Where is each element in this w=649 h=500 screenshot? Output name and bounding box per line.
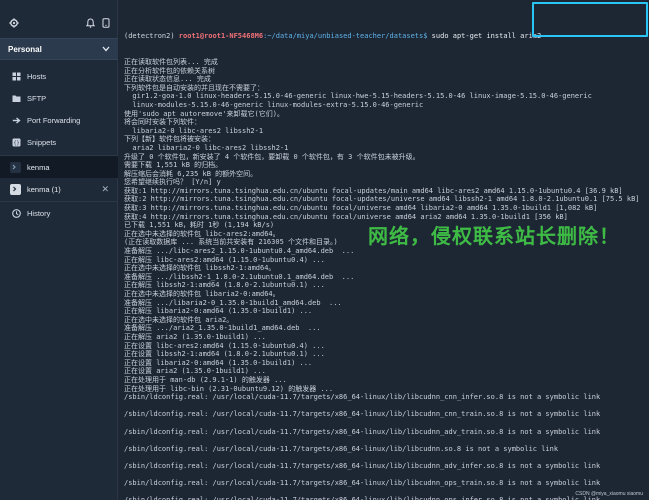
sidebar-item-history[interactable]: History [0, 204, 118, 222]
terminal-line: 正在解压 libaria2-0:amd64 (1.35.0-1build1) .… [124, 307, 313, 316]
sidebar-item-label: Hosts [27, 71, 47, 81]
port-forwarding-icon [12, 116, 21, 124]
terminal-line: gir1.2-goa-1.0 linux-headers-5.15.0-46-g… [124, 92, 592, 101]
history-clock-icon [12, 208, 21, 218]
terminal-line: 准备解压 .../libc-ares2_1.15.0-1ubuntu0.4_am… [124, 247, 355, 256]
terminal-line: 正在读取软件包列表... 完成 [124, 57, 218, 66]
terminal-line: 需要下载 1,551 kB 的归档。 [124, 161, 223, 170]
sidebar-item-label: Port Forwarding [27, 115, 81, 125]
terminal-line: 正在处理用于 man-db (2.9.1-1) 的触发器 ... [124, 375, 287, 384]
vault-selector-label: Personal [8, 44, 42, 54]
terminal-line: 准备解压 .../libaria2-0_1.35.0-1build1_amd64… [124, 298, 342, 307]
terminal-pane[interactable]: (detectron2) root1@root1-NF5468M6:~/data… [118, 0, 649, 500]
terminal-line: 下列软件包是自动安装的并且现在不需要了： [124, 83, 264, 92]
sidebar-item-label: SFTP [27, 93, 47, 103]
terminal-line: 将会同时安装下列软件： [124, 118, 201, 127]
sidebar-item-snippets[interactable]: {} Snippets [0, 133, 118, 151]
hosts-icon [12, 72, 21, 80]
session-tab-kenma-1[interactable]: kenma (1) ✕ [0, 178, 118, 200]
terminal-line: 正在解压 libc-ares2:amd64 (1.15.0-1ubuntu0.4… [124, 255, 325, 264]
terminal-line: 准备解压 .../aria2_1.35.0-1build1_amd64.deb … [124, 324, 321, 333]
terminal-line: aria2 libaria2-0 libc-ares2 libssh2-1 [124, 143, 289, 152]
sidebar-divider [0, 201, 118, 202]
notification-bell-icon[interactable] [82, 14, 98, 32]
terminal-line: 获取:3 http://mirrors.tuna.tsinghua.edu.cn… [124, 204, 598, 213]
sidebar-item-label: History [27, 208, 51, 218]
sidebar-item-label: Snippets [27, 137, 57, 147]
terminal-line: /sbin/ldconfig.real: /usr/local/cuda-11.… [124, 461, 601, 470]
terminal-line: 正在处理用于 libc-bin (2.31-0ubuntu9.12) 的触发器 … [124, 384, 334, 393]
terminal-line: 正在分析软件包的依赖关系树 [124, 66, 215, 75]
snippets-icon: {} [12, 138, 21, 146]
terminal-line: 获取:4 http://mirrors.tuna.tsinghua.edu.cn… [124, 212, 568, 221]
terminal-output: (detectron2) root1@root1-NF5468M6:~/data… [124, 15, 644, 500]
terminal-line: 正在解压 libssh2-1:amd64 (1.8.0-2.1ubuntu0.1… [124, 281, 325, 290]
sidebar-top-bar [0, 14, 118, 34]
terminal-line: 下列【新】软件包将被安装： [124, 135, 215, 144]
terminal-line: /sbin/ldconfig.real: /usr/local/cuda-11.… [124, 496, 644, 500]
terminal-line: 升级了 0 个软件包，新安装了 4 个软件包，要卸载 0 个软件包，有 3 个软… [124, 152, 420, 161]
share-device-icon[interactable] [98, 14, 114, 32]
prompt-host: root1@root1-NF5468M6 [178, 32, 264, 41]
terminal-line: /sbin/ldconfig.real: /usr/local/cuda-11.… [124, 479, 601, 488]
chevron-down-icon [102, 45, 110, 54]
terminal-line: 获取:2 http://mirrors.tuna.tsinghua.edu.cn… [124, 195, 640, 204]
terminal-line: /sbin/ldconfig.real: /usr/local/cuda-11.… [124, 410, 601, 419]
terminal-session-icon [10, 161, 21, 173]
folder-icon [12, 95, 21, 102]
svg-text:{}: {} [13, 140, 19, 146]
terminal-line: 正在解压 aria2 (1.35.0-1build1) ... [124, 332, 266, 341]
close-icon[interactable]: ✕ [101, 184, 109, 195]
terminal-line: 使用'sudo apt autoremove'来卸载它(它们)。 [124, 109, 284, 118]
terminal-line: /sbin/ldconfig.real: /usr/local/cuda-11.… [124, 393, 601, 402]
sidebar: Personal Hosts SFTP Port Forwarding {} S… [0, 0, 118, 500]
vault-selector[interactable]: Personal [0, 38, 118, 60]
terminal-session-icon [10, 183, 21, 195]
terminal-line: 已下载 1,551 kB，耗时 1秒 (1,194 kB/s) [124, 221, 275, 230]
settings-gear-icon[interactable] [6, 14, 22, 32]
prompt-command: sudo apt-get install aria2 [427, 32, 542, 41]
prompt-path: :~/data/miya/unbiased-teacher/datasets$ [263, 32, 428, 41]
terminal-line: (正在读取数据库 ... 系统当前共安装有 216305 个文件和目录。) [124, 238, 338, 247]
sidebar-item-port-forwarding[interactable]: Port Forwarding [0, 111, 118, 129]
terminal-line: 解压缩后会消耗 6,235 kB 的额外空间。 [124, 169, 258, 178]
session-tab-kenma[interactable]: kenma [0, 156, 118, 178]
terminal-line: 正在选中未选择的软件包 libssh2-1:amd64。 [124, 264, 276, 273]
session-label: kenma (1) [27, 184, 61, 194]
terminal-line: /sbin/ldconfig.real: /usr/local/cuda-11.… [124, 427, 601, 436]
prompt-env: (detectron2) [124, 32, 179, 41]
terminal-line: linux-modules-5.15.0-46-generic linux-mo… [124, 100, 424, 109]
terminal-line: 您希望继续执行吗？ [Y/n] y [124, 178, 221, 187]
terminal-line: 正在选中未选择的软件包 libaria2-0:amd64。 [124, 290, 280, 298]
terminal-line: 正在读取状态信息... 完成 [124, 75, 211, 84]
shell-prompt: (detectron2) root1@root1-NF5468M6:~/data… [124, 32, 644, 41]
session-label: kenma [27, 162, 50, 172]
terminal-line: 正在设置 libssh2-1:amd64 (1.8.0-2.1ubuntu0.1… [124, 350, 325, 359]
sidebar-item-sftp[interactable]: SFTP [0, 89, 118, 107]
terminal-line: 正在设置 aria2 (1.35.0-1build1) ... [124, 367, 266, 376]
terminal-line: /sbin/ldconfig.real: /usr/local/cuda-11.… [124, 444, 559, 453]
terminal-line: 正在设置 libc-ares2:amd64 (1.15.0-1ubuntu0.4… [124, 341, 325, 350]
credit-text: CSDN @miya_xiaomu xiaomu [575, 491, 643, 497]
sidebar-item-hosts[interactable]: Hosts [0, 67, 118, 85]
